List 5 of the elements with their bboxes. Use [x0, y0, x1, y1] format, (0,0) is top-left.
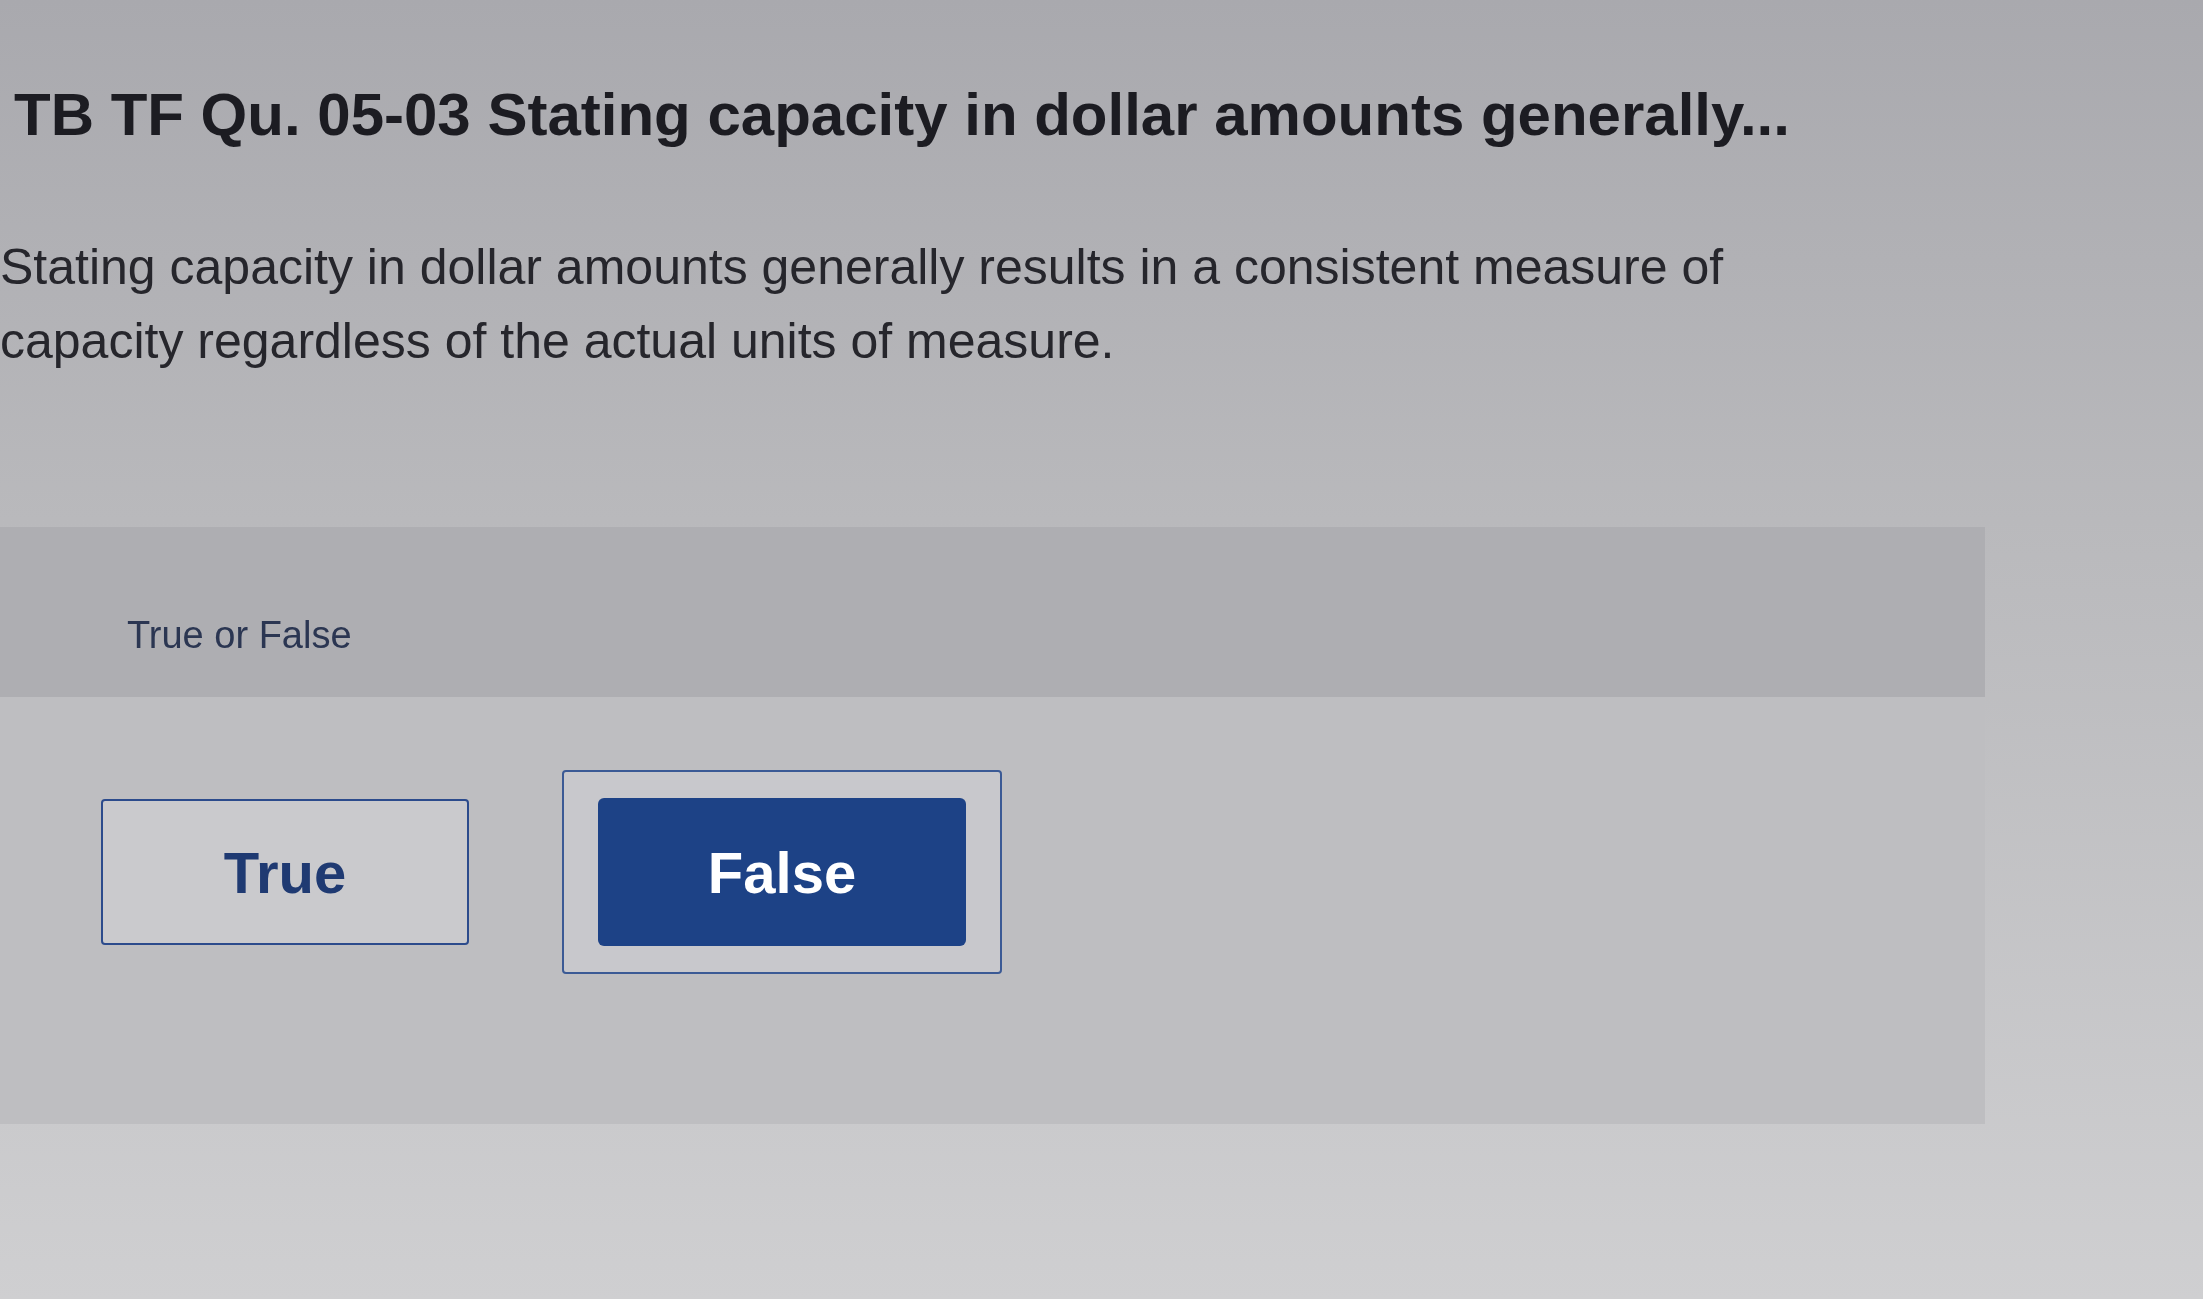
- question-text: Stating capacity in dollar amounts generally results in a consistent measure of capacity regardless of the actual units of measure.: [0, 238, 1725, 371]
- question-title: TB TF Qu. 05-03 Stating capacity in dollar amounts generally...: [14, 80, 1790, 150]
- answer-type-label: True or False: [127, 613, 352, 657]
- answer-button[interactable]: False: [598, 798, 966, 946]
- answer-button[interactable]: True: [101, 799, 469, 945]
